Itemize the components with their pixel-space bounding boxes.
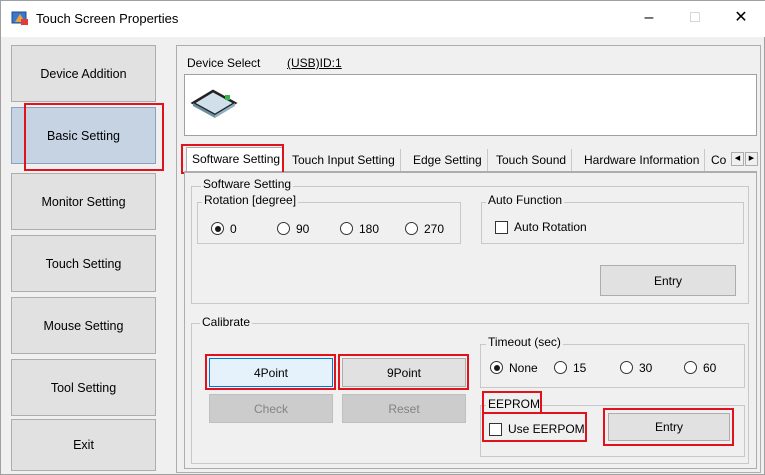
tab-software-setting[interactable]: Software Setting xyxy=(186,147,283,171)
sidebar-item-label: Mouse Setting xyxy=(43,318,124,333)
device-select-link[interactable]: (USB)ID:1 xyxy=(287,56,342,70)
sidebar-item-monitor-setting[interactable]: Monitor Setting xyxy=(11,173,156,230)
calibrate-9point-button[interactable]: 9Point xyxy=(342,358,466,387)
tab-touch-input-setting[interactable]: Touch Input Setting xyxy=(287,149,401,171)
eeprom-label: EEPROM xyxy=(486,397,543,411)
tab-hardware-information[interactable]: Hardware Information xyxy=(579,149,706,171)
calibrate-label: Calibrate xyxy=(200,315,253,329)
sidebar-item-label: Basic Setting xyxy=(47,128,120,143)
title-bar: Touch Screen Properties – □ ✕ xyxy=(1,1,765,37)
sidebar-item-label: Exit xyxy=(73,438,94,452)
rotation-90-label: 90 xyxy=(296,222,310,236)
window: Touch Screen Properties – □ ✕ Device Add… xyxy=(0,0,765,475)
auto-function-label: Auto Function xyxy=(486,193,565,207)
rotation-180-radio[interactable] xyxy=(340,222,353,235)
calibrate-reset-button[interactable]: Reset xyxy=(342,394,466,423)
touch-device-icon[interactable] xyxy=(189,81,239,125)
use-eeprom-label: Use EERPOM xyxy=(508,422,585,436)
rotation-90-radio[interactable] xyxy=(277,222,290,235)
window-title: Touch Screen Properties xyxy=(36,11,179,26)
sidebar-item-label: Device Addition xyxy=(40,66,127,81)
sidebar-item-label: Touch Setting xyxy=(45,256,122,271)
touch-screen-app-icon xyxy=(11,10,29,26)
auto-rotation-label: Auto Rotation xyxy=(514,220,587,234)
sidebar-item-touch-setting[interactable]: Touch Setting xyxy=(11,235,156,292)
rotation-270-radio[interactable] xyxy=(405,222,418,235)
timeout-15-label: 15 xyxy=(573,361,587,375)
rotation-270-label: 270 xyxy=(424,222,445,236)
sidebar-item-label: Monitor Setting xyxy=(41,194,126,209)
tab-touch-sound[interactable]: Touch Sound xyxy=(491,149,573,171)
maximize-button[interactable]: □ xyxy=(672,1,718,37)
sidebar-item-mouse-setting[interactable]: Mouse Setting xyxy=(11,297,156,354)
timeout-30-label: 30 xyxy=(639,361,653,375)
calibrate-4point-button[interactable]: 4Point xyxy=(209,358,333,387)
timeout-none-radio[interactable] xyxy=(490,361,503,374)
timeout-none-label: None xyxy=(509,361,538,375)
tab-edge-setting[interactable]: Edge Setting xyxy=(408,149,488,171)
sidebar-item-label: Tool Setting xyxy=(50,380,117,395)
close-button[interactable]: ✕ xyxy=(718,1,764,37)
sidebar-item-exit[interactable]: Exit xyxy=(11,419,156,471)
sidebar-item-device-addition[interactable]: Device Addition xyxy=(11,45,156,102)
sidebar-item-tool-setting[interactable]: Tool Setting xyxy=(11,359,156,416)
sidebar-item-basic-setting[interactable]: Basic Setting xyxy=(11,107,156,164)
tab-co[interactable]: Co xyxy=(706,149,731,171)
auto-rotation-checkbox[interactable] xyxy=(495,221,508,234)
timeout-60-radio[interactable] xyxy=(684,361,697,374)
software-setting-label: Software Setting xyxy=(201,177,294,191)
tab-scroll-right-button[interactable]: ▶ xyxy=(745,152,758,166)
timeout-15-radio[interactable] xyxy=(554,361,567,374)
minimize-button[interactable]: – xyxy=(626,1,672,37)
timeout-30-radio[interactable] xyxy=(620,361,633,374)
rotation-0-radio[interactable] xyxy=(211,222,224,235)
device-panel xyxy=(184,74,757,136)
rotation-0-label: 0 xyxy=(230,222,237,236)
rotation-label: Rotation [degree] xyxy=(202,193,299,207)
calibrate-check-button[interactable]: Check xyxy=(209,394,333,423)
timeout-label: Timeout (sec) xyxy=(486,335,563,349)
software-entry-button[interactable]: Entry xyxy=(600,265,736,296)
timeout-60-label: 60 xyxy=(703,361,717,375)
device-select-label: Device Select xyxy=(187,56,261,70)
tab-scroll-left-button[interactable]: ◀ xyxy=(731,152,744,166)
eeprom-entry-button[interactable]: Entry xyxy=(608,413,730,441)
rotation-180-label: 180 xyxy=(359,222,380,236)
use-eeprom-checkbox[interactable] xyxy=(489,423,502,436)
